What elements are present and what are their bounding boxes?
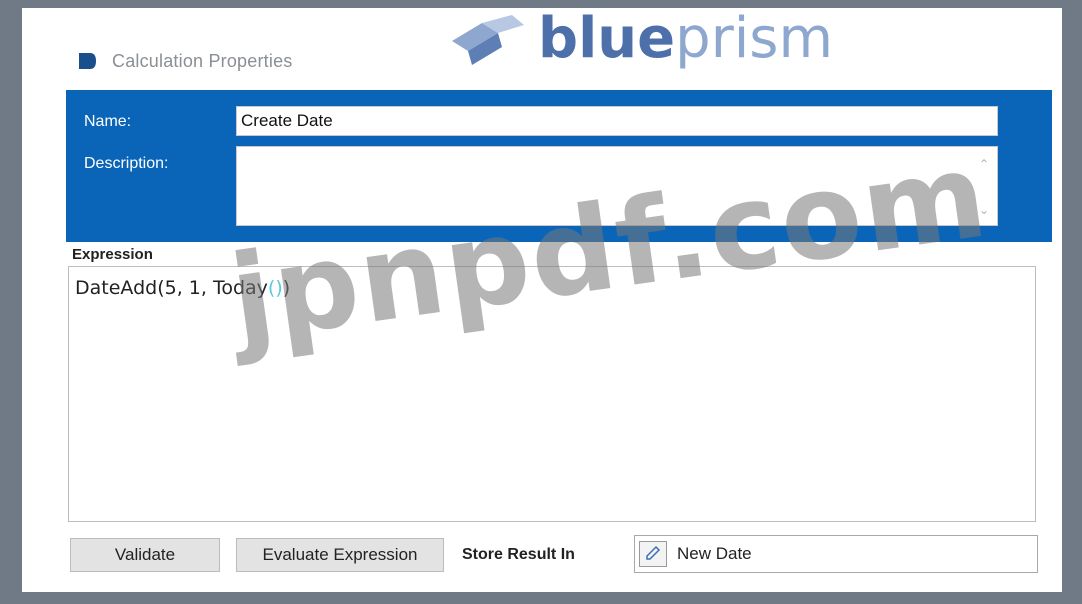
expression-text: DateAdd(5, 1, Today()) xyxy=(75,277,290,299)
title-bar: Calculation Properties xyxy=(76,46,293,76)
logo-text-prism: prism xyxy=(675,6,833,71)
store-result-value: New Date xyxy=(677,544,752,563)
store-result-field[interactable]: New Date xyxy=(634,535,1038,573)
logo-text-blue: blue xyxy=(538,6,676,71)
blueprism-logo: blueprism xyxy=(442,8,833,70)
name-input[interactable] xyxy=(236,106,998,136)
expression-parens: () xyxy=(267,277,283,299)
expression-suffix: ) xyxy=(282,277,291,299)
scroll-up-icon[interactable]: ⌃ xyxy=(977,157,991,171)
calculation-properties-window: Calculation Properties blueprism Name: D… xyxy=(22,8,1062,592)
data-item-icon[interactable] xyxy=(639,541,667,567)
expression-editor[interactable]: DateAdd(5, 1, Today()) xyxy=(68,266,1036,522)
description-textarea[interactable]: ⌃ ⌄ xyxy=(236,146,998,226)
validate-button[interactable]: Validate xyxy=(70,538,220,572)
expression-label: Expression xyxy=(72,246,153,263)
evaluate-expression-button[interactable]: Evaluate Expression xyxy=(236,538,444,572)
store-result-label: Store Result In xyxy=(462,546,575,563)
blueprism-stage-icon xyxy=(79,53,96,69)
description-label: Description: xyxy=(84,155,169,172)
pencil-icon xyxy=(646,545,661,560)
name-label: Name: xyxy=(84,113,132,130)
logo-wordmark: blueprism xyxy=(538,11,833,67)
properties-header-panel: Name: Description: ⌃ ⌄ xyxy=(66,90,1052,242)
expression-prefix: DateAdd(5, 1, Today xyxy=(75,277,268,299)
blueprism-logo-mark-icon xyxy=(452,15,524,65)
window-title: Calculation Properties xyxy=(112,50,293,71)
scroll-down-icon[interactable]: ⌄ xyxy=(977,203,991,217)
